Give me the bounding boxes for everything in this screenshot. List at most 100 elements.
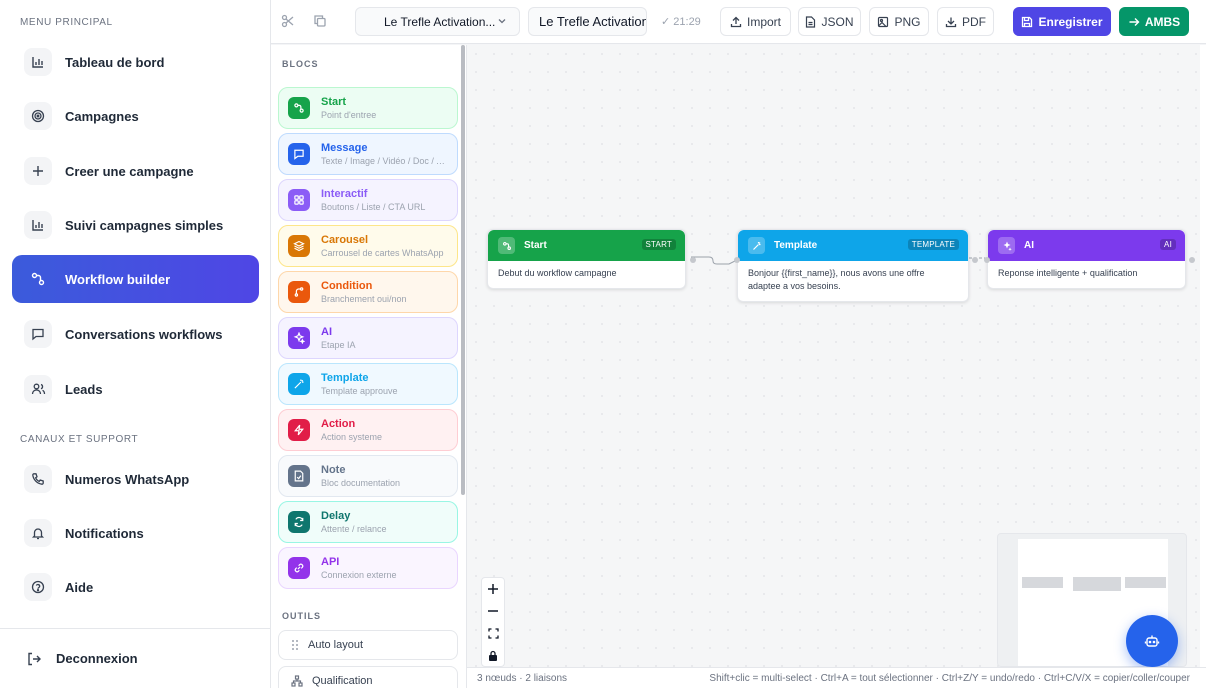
save-button[interactable]: Enregistrer: [1013, 7, 1111, 36]
workflow-select[interactable]: Le Trefle Activation...: [355, 7, 520, 36]
sidebar-item-label: Tableau de bord: [65, 54, 165, 70]
sidebar-item-suivi-campagnes-simples[interactable]: Suivi campagnes simples: [12, 201, 259, 249]
block-title: Template: [321, 371, 369, 384]
qualification-label: Qualification: [312, 675, 373, 687]
sidebar-item-aide[interactable]: Aide: [12, 563, 259, 611]
sidebar-item-label: Notifications: [65, 525, 144, 541]
arrow-right-icon: [1128, 16, 1140, 28]
image-icon: [877, 16, 889, 28]
file-icon: [805, 15, 816, 28]
workflow-name-input[interactable]: [528, 7, 647, 36]
minimap-node: [1073, 577, 1121, 591]
workflow-canvas[interactable]: Start START Debut du workflow campagne T…: [467, 45, 1200, 667]
zoom-controls: [481, 577, 505, 667]
scissors-icon[interactable]: [279, 12, 297, 30]
sidebar-item-label: Aide: [65, 579, 94, 595]
bot-icon: [1144, 633, 1160, 649]
block-start[interactable]: Start Point d'entree: [278, 87, 458, 129]
upload-icon: [730, 16, 742, 28]
import-button[interactable]: Import: [720, 7, 791, 36]
block-title: Note: [321, 463, 346, 476]
block-subtitle: Texte / Image / Vidéo / Doc / Audio: [321, 155, 449, 166]
block-condition[interactable]: Condition Branchement oui/non: [278, 271, 458, 313]
input-port[interactable]: [984, 257, 990, 263]
workflow-icon: [498, 237, 515, 254]
blocks-title: BLOCS: [282, 59, 319, 69]
phone-icon: [24, 465, 52, 493]
qualification-button[interactable]: Qualification: [278, 666, 458, 688]
node-header: Template TEMPLATE: [738, 230, 968, 261]
block-message[interactable]: Message Texte / Image / Vidéo / Doc / Aud…: [278, 133, 458, 175]
sidebar-item-label: Leads: [65, 381, 103, 397]
block-interactif[interactable]: Interactif Boutons / Liste / CTA URL: [278, 179, 458, 221]
block-note[interactable]: Note Bloc documentation: [278, 455, 458, 497]
png-button[interactable]: PNG: [869, 7, 929, 36]
sidebar-item-creer-une-campagne[interactable]: Creer une campagne: [12, 147, 259, 195]
shortcut-hints: Shift+clic = multi-select · Ctrl+A = tou…: [709, 672, 1190, 684]
drag-handle-icon: [291, 639, 299, 651]
help-icon: [24, 573, 52, 601]
json-button[interactable]: JSON: [798, 7, 861, 36]
sidebar-section-main: MENU PRINCIPAL: [20, 17, 113, 28]
sparkles-icon: [288, 327, 310, 349]
block-subtitle: Action systeme: [321, 431, 383, 442]
block-api[interactable]: API Connexion externe: [278, 547, 458, 589]
block-carousel[interactable]: Carousel Carrousel de cartes WhatsApp: [278, 225, 458, 267]
sidebar-item-label: Workflow builder: [65, 271, 171, 287]
node-template[interactable]: Template TEMPLATE Bonjour {{first_name}}…: [734, 229, 978, 302]
zoom-in-button[interactable]: [482, 578, 504, 600]
logout-label: Deconnexion: [56, 651, 138, 666]
node-title: AI: [1024, 240, 1034, 251]
node-header: Start START: [488, 230, 685, 261]
zap-icon: [288, 419, 310, 441]
block-subtitle: Attente / relance: [321, 523, 387, 534]
sidebar-item-campagnes[interactable]: Campagnes: [12, 92, 259, 140]
node-ai[interactable]: AI AI Reponse intelligente + qualificati…: [984, 229, 1195, 289]
json-label: JSON: [821, 14, 854, 29]
block-subtitle: Connexion externe: [321, 569, 397, 580]
saved-indicator: ✓ 21:29: [661, 16, 701, 28]
chevron-down-icon: [497, 15, 507, 29]
sidebar-item-conversations-workflows[interactable]: Conversations workflows: [12, 310, 259, 358]
block-template[interactable]: Template Template approuve: [278, 363, 458, 405]
block-delay[interactable]: Delay Attente / relance: [278, 501, 458, 543]
block-title: Interactif: [321, 187, 368, 200]
minimap-node: [1022, 577, 1063, 588]
sidebar-item-notifications[interactable]: Notifications: [12, 509, 259, 557]
output-port[interactable]: [972, 257, 978, 263]
block-action[interactable]: Action Action systeme: [278, 409, 458, 451]
copy-icon[interactable]: [311, 12, 329, 30]
canvas-edge: [1200, 45, 1206, 667]
grid-icon: [288, 189, 310, 211]
node-start[interactable]: Start START Debut du workflow campagne: [487, 229, 696, 289]
message-icon: [288, 143, 310, 165]
sidebar-item-leads[interactable]: Leads: [12, 365, 259, 413]
zoom-out-button[interactable]: [482, 600, 504, 622]
wand-icon: [288, 373, 310, 395]
refresh-icon: [288, 511, 310, 533]
output-port[interactable]: [1189, 257, 1195, 263]
output-port[interactable]: [690, 257, 696, 263]
layers-icon: [288, 235, 310, 257]
logout-button[interactable]: Deconnexion: [0, 628, 270, 688]
block-ai[interactable]: AI Etape IA: [278, 317, 458, 359]
sidebar-item-tableau-de-bord[interactable]: Tableau de bord: [12, 38, 259, 86]
edge-start-template[interactable]: [691, 256, 738, 265]
sidebar-item-numeros-whatsapp[interactable]: Numeros WhatsApp: [12, 455, 259, 503]
assistant-bot-button[interactable]: [1126, 615, 1178, 667]
minimap-node: [1125, 577, 1166, 588]
input-port[interactable]: [734, 257, 740, 263]
download-icon: [945, 16, 957, 28]
sidebar-item-label: Campagnes: [65, 108, 139, 124]
ambs-button[interactable]: AMBS: [1119, 7, 1189, 36]
lock-button[interactable]: [482, 644, 504, 666]
fit-view-button[interactable]: [482, 622, 504, 644]
sidebar-item-label: Conversations workflows: [65, 326, 223, 342]
panel-scrollbar[interactable]: [461, 45, 465, 495]
pdf-button[interactable]: PDF: [937, 7, 994, 36]
auto-layout-button[interactable]: Auto layout: [278, 630, 458, 660]
chat-icon: [24, 320, 52, 348]
sidebar-item-workflow-builder[interactable]: Workflow builder: [12, 255, 259, 303]
lock-icon: [488, 650, 498, 661]
sitemap-icon: [291, 675, 303, 687]
